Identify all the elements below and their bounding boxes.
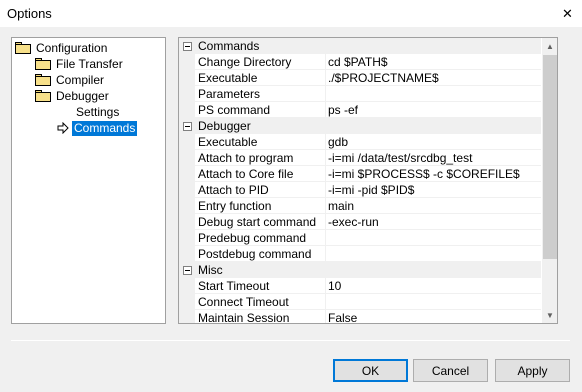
tree-item-label: Configuration [36, 40, 108, 55]
folder-icon [35, 58, 51, 70]
property-name: Attach to program [198, 151, 294, 165]
window-title: Options [7, 6, 52, 21]
property-value[interactable] [325, 86, 541, 102]
property-value[interactable]: -exec-run [325, 214, 541, 230]
property-name: PS command [198, 103, 271, 117]
property-value[interactable]: main [325, 198, 541, 214]
property-name: Attach to PID [198, 183, 269, 197]
tree-item-settings[interactable]: Settings [74, 104, 121, 120]
property-value[interactable]: cd $PATH$ [325, 54, 541, 70]
scroll-up-icon[interactable]: ▲ [542, 38, 557, 54]
property-name: Executable [198, 71, 258, 85]
property-row[interactable]: Change Directory cd $PATH$ [179, 54, 541, 70]
collapse-icon[interactable] [183, 266, 192, 275]
property-name: Connect Timeout [198, 295, 289, 309]
property-row[interactable]: Connect Timeout [179, 294, 541, 310]
ok-button[interactable]: OK [333, 359, 408, 382]
tree-item-label: File Transfer [56, 56, 123, 71]
property-grid: Commands Change Directory cd $PATH$ Exec… [178, 37, 558, 324]
property-name: Predebug command [198, 231, 307, 245]
property-row[interactable]: Start Timeout 10 [179, 278, 541, 294]
property-value[interactable]: -i=mi -pid $PID$ [325, 182, 541, 198]
property-row[interactable]: Postdebug command [179, 246, 541, 262]
category-commands[interactable]: Commands [179, 38, 541, 54]
property-row[interactable]: Maintain Session False [179, 310, 541, 324]
property-value[interactable]: False [325, 310, 541, 323]
property-row[interactable]: Predebug command [179, 230, 541, 246]
property-name: Change Directory [198, 55, 292, 69]
category-misc[interactable]: Misc [179, 262, 541, 278]
folder-open-icon [15, 42, 31, 54]
category-label: Misc [198, 263, 223, 277]
divider [11, 340, 570, 341]
property-value[interactable]: ps -ef [325, 102, 541, 118]
property-row[interactable]: Executable gdb [179, 134, 541, 150]
scroll-thumb[interactable] [543, 55, 557, 259]
property-value[interactable]: 10 [325, 278, 541, 294]
tree-item-label: Settings [76, 104, 120, 119]
property-name: Parameters [198, 87, 261, 101]
title-bar: Options ✕ [0, 0, 582, 27]
property-name: Executable [198, 135, 258, 149]
property-row[interactable]: Executable ./$PROJECTNAME$ [179, 70, 541, 86]
tree-item-configuration[interactable]: Configuration [15, 40, 109, 56]
folder-open-icon [35, 90, 51, 102]
property-row[interactable]: PS command ps -ef [179, 102, 541, 118]
scroll-down-icon[interactable]: ▼ [542, 307, 557, 323]
tree-item-commands[interactable]: Commands [57, 120, 138, 136]
arrow-right-icon [57, 122, 69, 134]
property-value[interactable] [325, 230, 541, 246]
property-row[interactable]: Attach to PID -i=mi -pid $PID$ [179, 182, 541, 198]
tree-item-debugger[interactable]: Debugger [35, 88, 111, 104]
property-value[interactable]: -i=mi /data/test/srcdbg_test [325, 150, 541, 166]
collapse-icon[interactable] [183, 122, 192, 131]
category-debugger[interactable]: Debugger [179, 118, 541, 134]
property-row[interactable]: Attach to Core file -i=mi $PROCESS$ -c $… [179, 166, 541, 182]
property-name: Maintain Session [198, 311, 290, 324]
property-name: Entry function [198, 199, 272, 213]
property-value[interactable] [325, 246, 541, 262]
tree-item-label: Compiler [56, 72, 105, 87]
property-name: Postdebug command [198, 247, 312, 261]
property-value[interactable] [325, 294, 541, 310]
apply-button[interactable]: Apply [495, 359, 570, 382]
folder-icon [35, 74, 51, 86]
options-tree: Configuration File Transfer Compiler Deb… [11, 37, 166, 324]
tree-item-label: Debugger [56, 88, 109, 103]
property-name: Start Timeout [198, 279, 270, 293]
category-label: Debugger [198, 119, 251, 133]
property-row[interactable]: Entry function main [179, 198, 541, 214]
property-value[interactable]: ./$PROJECTNAME$ [325, 70, 541, 86]
property-row[interactable]: Parameters [179, 86, 541, 102]
tree-item-label: Commands [72, 120, 138, 136]
cancel-button[interactable]: Cancel [413, 359, 488, 382]
property-row[interactable]: Attach to program -i=mi /data/test/srcdb… [179, 150, 541, 166]
close-button[interactable]: ✕ [553, 0, 582, 27]
property-value[interactable]: -i=mi $PROCESS$ -c $COREFILE$ [325, 166, 541, 182]
property-value[interactable]: gdb [325, 134, 541, 150]
property-row[interactable]: Debug start command -exec-run [179, 214, 541, 230]
tree-item-file-transfer[interactable]: File Transfer [35, 56, 125, 72]
collapse-icon[interactable] [183, 42, 192, 51]
property-name: Attach to Core file [198, 167, 294, 181]
category-label: Commands [198, 39, 260, 53]
property-name: Debug start command [198, 215, 317, 229]
vertical-scrollbar[interactable]: ▲ ▼ [542, 38, 557, 323]
tree-item-compiler[interactable]: Compiler [35, 72, 106, 88]
